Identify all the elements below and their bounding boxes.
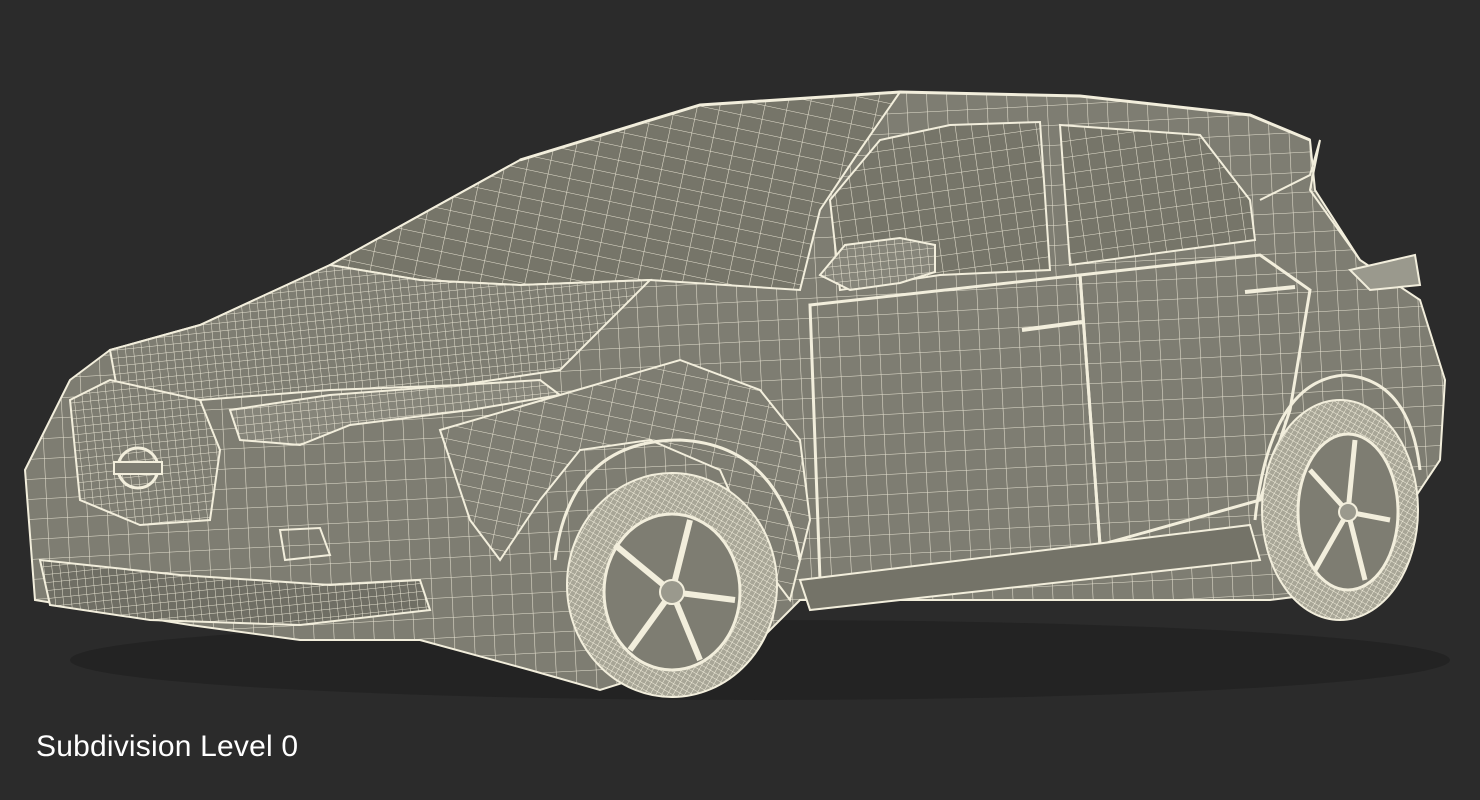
- car-wireframe-render: [23, 90, 1450, 700]
- viewport: Subdivision Level 0: [0, 0, 1480, 800]
- front-wheel: [566, 472, 778, 698]
- caption-label: Subdivision Level 0: [36, 730, 299, 763]
- rear-wheel: [1261, 399, 1419, 621]
